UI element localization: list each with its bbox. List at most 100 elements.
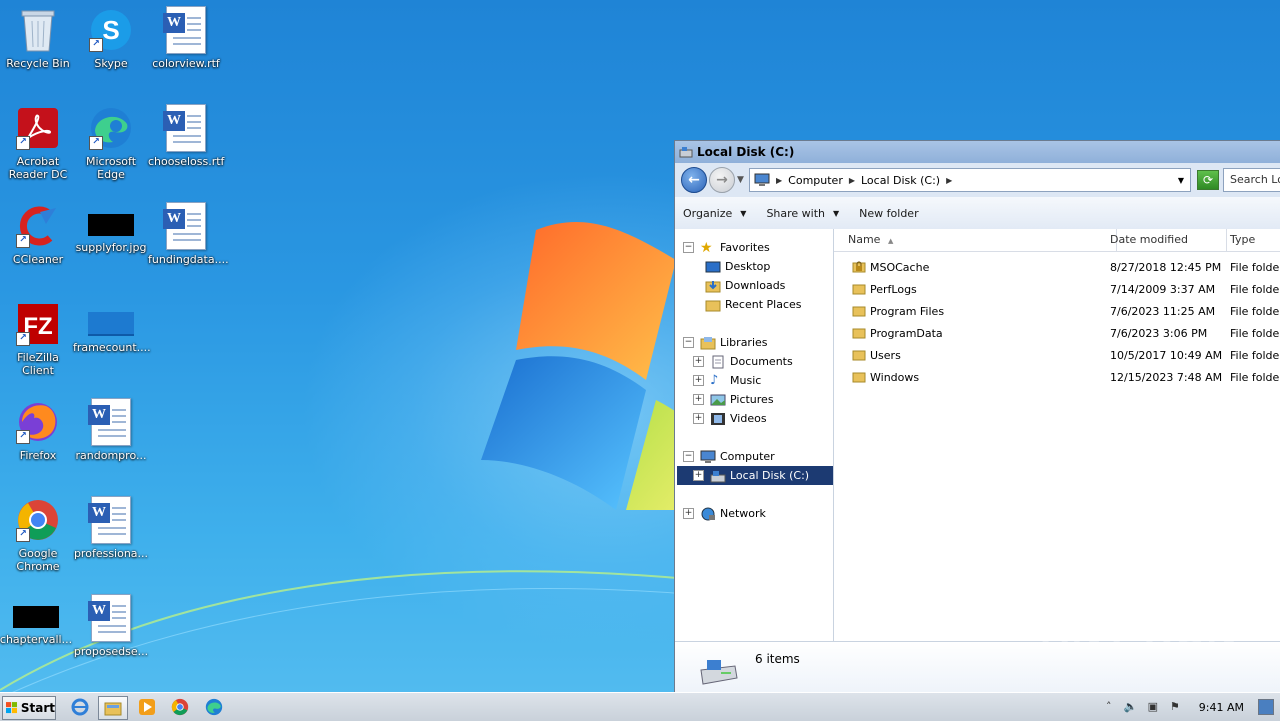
- music-icon: ♪: [710, 372, 719, 388]
- breadcrumb-separator[interactable]: ▶: [776, 176, 782, 185]
- desktop-icon-recycle-bin[interactable]: Recycle Bin: [0, 6, 76, 70]
- desktop-icon-chaptervall[interactable]: chaptervall...: [0, 594, 74, 646]
- word-document-icon: W: [88, 496, 131, 544]
- desktop-icon-proposedse[interactable]: W proposedse...: [73, 594, 149, 658]
- desktop-icon-colorview[interactable]: W colorview.rtf: [148, 6, 224, 70]
- file-date-modified: 7/14/2009 3:37 AM: [1110, 283, 1216, 296]
- image-thumbnail: [88, 312, 134, 336]
- item-count: 6 items: [755, 652, 800, 666]
- desktop-icon-framecount[interactable]: framecount....: [73, 300, 151, 354]
- search-input[interactable]: Search Local Disk (C:): [1223, 168, 1280, 192]
- recent-pages-dropdown[interactable]: ▼: [737, 175, 744, 185]
- expand-icon[interactable]: +: [693, 375, 704, 386]
- file-name: Users: [870, 349, 901, 362]
- tree-computer[interactable]: − Computer: [683, 447, 837, 466]
- expand-icon[interactable]: +: [683, 508, 694, 519]
- file-date-modified: 12/15/2023 7:48 AM: [1110, 371, 1223, 384]
- expand-icon[interactable]: +: [693, 413, 704, 424]
- taskbar-chrome[interactable]: [166, 696, 194, 718]
- desktop-icon-acrobat[interactable]: ↗ Acrobat Reader DC: [0, 104, 76, 181]
- collapse-icon[interactable]: −: [683, 242, 694, 253]
- tree-libraries[interactable]: − Libraries: [683, 333, 837, 352]
- chrome-icon: [171, 698, 189, 716]
- drive-icon: [679, 147, 693, 158]
- taskbar-edge[interactable]: [200, 696, 228, 718]
- show-desktop-button[interactable]: [1258, 699, 1274, 715]
- file-row[interactable]: ProgramData 7/6/2023 3:06 PM File folder: [834, 323, 1280, 345]
- taskbar-media-player[interactable]: [133, 696, 161, 718]
- desktop-icon-supplyfor[interactable]: supplyfor.jpg: [73, 202, 149, 254]
- column-date-modified[interactable]: Date modified: [1106, 229, 1227, 251]
- column-type[interactable]: Type: [1226, 229, 1280, 251]
- tree-videos[interactable]: + Videos: [693, 409, 847, 428]
- svg-text:S: S: [102, 15, 119, 45]
- organize-menu[interactable]: Organize ▼: [683, 207, 746, 220]
- icon-label: framecount....: [73, 341, 151, 354]
- folder-icon: [852, 284, 866, 295]
- tree-documents[interactable]: + Documents: [693, 352, 847, 371]
- star-icon: ★: [700, 239, 713, 256]
- tree-favorites[interactable]: − ★ Favorites: [683, 238, 837, 257]
- new-folder-button[interactable]: New folder: [859, 207, 918, 220]
- desktop-icon-ccleaner[interactable]: ↗ CCleaner: [0, 202, 76, 266]
- network-status-icon[interactable]: ▣: [1145, 699, 1161, 715]
- breadcrumb-computer[interactable]: Computer: [788, 174, 843, 187]
- breadcrumb-separator[interactable]: ▶: [946, 176, 952, 185]
- tree-local-disk[interactable]: + Local Disk (C:): [677, 466, 833, 485]
- desktop-icon-chooseloss[interactable]: W chooseloss.rtf: [148, 104, 224, 168]
- collapse-icon[interactable]: −: [683, 337, 694, 348]
- action-center-flag-icon[interactable]: ⚑: [1167, 699, 1183, 715]
- shortcut-arrow-icon: ↗: [16, 528, 30, 542]
- file-type: File folder: [1230, 283, 1280, 296]
- breadcrumb-local-disk[interactable]: Local Disk (C:): [861, 174, 940, 187]
- taskbar-ie[interactable]: [66, 696, 94, 718]
- shortcut-arrow-icon: ↗: [16, 332, 30, 346]
- watermark: ANY RUN: [1040, 608, 1238, 655]
- tree-music[interactable]: + ♪ Music: [693, 371, 847, 390]
- file-row[interactable]: Users 10/5/2017 10:49 AM File folder: [834, 345, 1280, 367]
- desktop-icon-skype[interactable]: S ↗ Skype: [73, 6, 149, 70]
- icon-label: chooseloss.rtf: [148, 155, 225, 168]
- file-type: File folder: [1230, 371, 1280, 384]
- desktop-icon-chrome[interactable]: ↗ Google Chrome: [0, 496, 76, 573]
- forward-button[interactable]: →: [709, 167, 735, 193]
- computer-icon: [700, 450, 716, 463]
- file-row[interactable]: Program Files 7/6/2023 11:25 AM File folde…: [834, 301, 1280, 323]
- column-name[interactable]: Name ▲: [834, 229, 1117, 251]
- desktop-icon-filezilla[interactable]: FZ ↗ FileZilla Client: [0, 300, 76, 377]
- folder-icon: [852, 306, 866, 317]
- refresh-button[interactable]: ⟳: [1197, 170, 1219, 190]
- expand-icon[interactable]: +: [693, 394, 704, 405]
- window-titlebar[interactable]: Local Disk (C:): [675, 141, 1280, 163]
- back-button[interactable]: ←: [681, 167, 707, 193]
- icon-label: fundingdata....: [148, 253, 229, 266]
- start-button[interactable]: Start: [2, 696, 56, 720]
- file-type: File folder: [1230, 349, 1280, 362]
- show-hidden-icons-icon[interactable]: ˄: [1101, 699, 1117, 715]
- tree-network[interactable]: + Network: [683, 504, 837, 523]
- icon-label: chaptervall...: [0, 633, 73, 646]
- file-row[interactable]: PerfLogs 7/14/2009 3:37 AM File folder: [834, 279, 1280, 301]
- volume-icon[interactable]: 🔈: [1123, 699, 1139, 715]
- desktop-icon-randompro[interactable]: W randompro...: [73, 398, 149, 462]
- collapse-icon[interactable]: −: [683, 451, 694, 462]
- share-with-menu[interactable]: Share with ▼: [766, 207, 839, 220]
- desktop-icon-fundingdata[interactable]: W fundingdata....: [148, 202, 229, 266]
- taskbar-explorer[interactable]: [98, 696, 128, 720]
- image-thumbnail: [88, 214, 134, 236]
- address-dropdown[interactable]: ▼: [1178, 176, 1184, 185]
- desktop-icon-firefox[interactable]: ↗ Firefox: [0, 398, 76, 462]
- address-bar[interactable]: ▶ Computer ▶ Local Disk (C:) ▶ ▼: [749, 168, 1191, 192]
- file-row[interactable]: MSOCache 8/27/2018 12:45 PM File folder: [834, 257, 1280, 279]
- expand-icon[interactable]: +: [693, 356, 704, 367]
- system-tray: ˄ 🔈 ▣ ⚑ 9:41 AM: [1101, 693, 1280, 721]
- expand-icon[interactable]: +: [693, 470, 704, 481]
- chevron-down-icon: ▼: [833, 208, 840, 218]
- clock[interactable]: 9:41 AM: [1199, 701, 1244, 714]
- breadcrumb-separator[interactable]: ▶: [849, 176, 855, 185]
- tree-pictures[interactable]: + Pictures: [693, 390, 847, 409]
- desktop-icon-professiona[interactable]: W professiona...: [73, 496, 149, 560]
- desktop-icon-edge[interactable]: ↗ Microsoft Edge: [73, 104, 149, 181]
- window-title: Local Disk (C:): [697, 145, 795, 159]
- file-row[interactable]: Windows 12/15/2023 7:48 AM File folder: [834, 367, 1280, 389]
